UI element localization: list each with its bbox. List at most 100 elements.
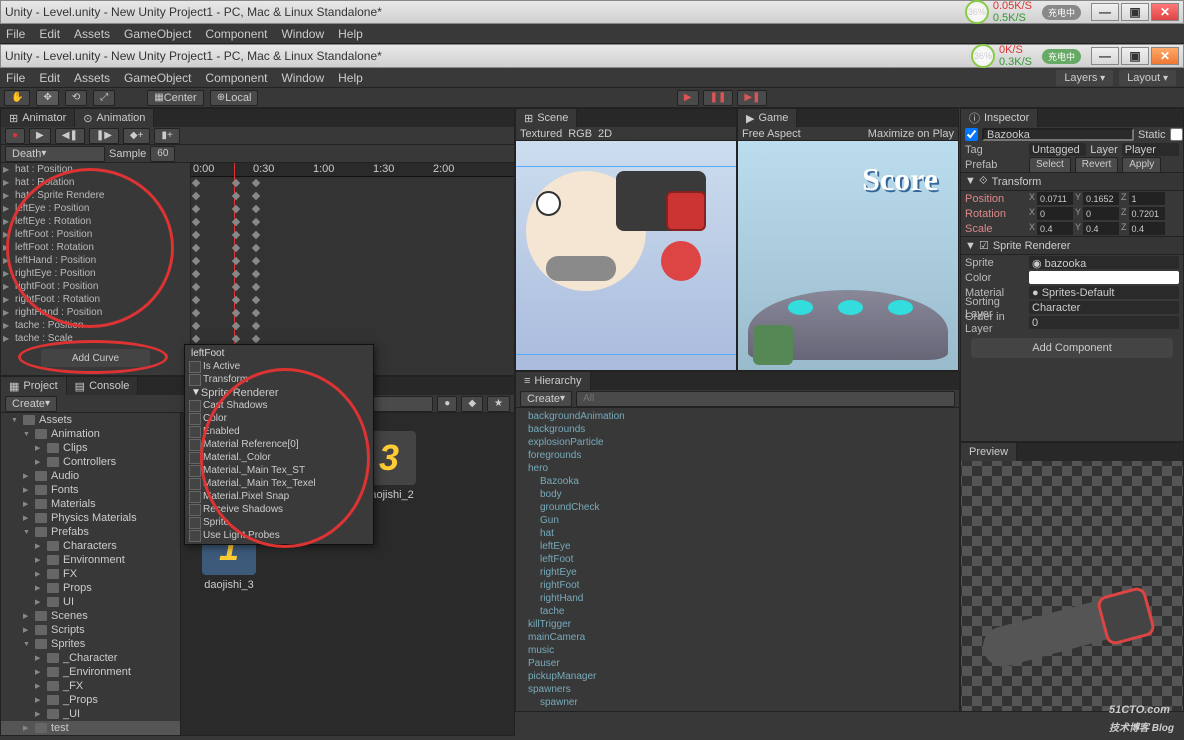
track-item[interactable]: tache : Position (1, 319, 190, 332)
hierarchy-item[interactable]: body (516, 488, 959, 501)
prefab-revert[interactable]: Revert (1075, 157, 1118, 173)
popup-item[interactable]: Enabled (185, 425, 373, 438)
popup-item[interactable]: Use Light Probes (185, 529, 373, 542)
menu-assets-2[interactable]: Assets (74, 71, 110, 85)
anim-prev-key[interactable]: ◀❚ (55, 128, 85, 144)
hand-tool[interactable]: ✋ (4, 90, 30, 106)
menu-help[interactable]: Help (338, 27, 363, 41)
pos-y[interactable]: 0.1652 (1083, 192, 1119, 205)
tab-game[interactable]: ▶ Game (738, 109, 797, 127)
project-create[interactable]: Create ▾ (5, 396, 57, 412)
menu-gameobject[interactable]: GameObject (124, 27, 191, 41)
scene-rgb[interactable]: RGB (568, 128, 592, 140)
anim-play[interactable]: ▶ (29, 128, 51, 144)
popup-item[interactable]: Is Active (185, 360, 373, 373)
folder-item[interactable]: Sprites (1, 637, 180, 651)
folder-item[interactable]: _Environment (1, 665, 180, 679)
transform-header[interactable]: ▼ ⟐ Transform (961, 172, 1183, 191)
scene-2d[interactable]: 2D (598, 128, 612, 140)
sample-input[interactable]: 60 (150, 146, 175, 162)
hierarchy-item[interactable]: tache (516, 605, 959, 618)
folder-item[interactable]: _Props (1, 693, 180, 707)
gameobject-active[interactable] (965, 128, 978, 141)
track-item[interactable]: leftFoot : Position (1, 228, 190, 241)
tab-hierarchy[interactable]: ≡ Hierarchy (516, 372, 591, 390)
move-tool[interactable]: ✥ (36, 90, 58, 106)
popup-item[interactable]: Sprite (185, 516, 373, 529)
scale-z[interactable]: 0.4 (1129, 222, 1165, 235)
minimize-button-2[interactable]: — (1091, 47, 1119, 65)
track-item[interactable]: leftHand : Position (1, 254, 190, 267)
tab-console[interactable]: ▤ Console (67, 377, 139, 395)
curves-button[interactable]: Curves (111, 373, 163, 375)
hierarchy-item[interactable]: pickupManager (516, 670, 959, 683)
folder-item[interactable]: Scenes (1, 609, 180, 623)
play-button[interactable]: ▶ (677, 90, 699, 106)
sprite-field[interactable]: ◉ bazooka (1029, 256, 1179, 269)
close-button[interactable]: ✕ (1151, 3, 1179, 21)
game-maximize[interactable]: Maximize on Play (868, 128, 954, 140)
rot-y[interactable]: 0 (1083, 207, 1119, 220)
dope-sheet-button[interactable]: Dope Sheet (28, 373, 101, 375)
menu-edit[interactable]: Edit (39, 27, 60, 41)
hierarchy-search[interactable] (576, 391, 955, 407)
folder-item[interactable]: Props (1, 581, 180, 595)
track-item[interactable]: rightFoot : Position (1, 280, 190, 293)
anim-record[interactable]: ● (5, 128, 25, 144)
popup-item[interactable]: Material.Pixel Snap (185, 490, 373, 503)
hierarchy-item[interactable]: leftFoot (516, 553, 959, 566)
sorting-dropdown[interactable]: Character (1029, 301, 1179, 314)
pos-x[interactable]: 0.0711 (1037, 192, 1073, 205)
popup-item[interactable]: Material Reference[0] (185, 438, 373, 451)
folder-item[interactable]: UI (1, 595, 180, 609)
pos-z[interactable]: 1 (1129, 192, 1165, 205)
layers-dropdown[interactable]: Layers ▾ (1056, 70, 1113, 86)
popup-item[interactable]: Material._Color (185, 451, 373, 464)
track-item[interactable]: leftEye : Position (1, 202, 190, 215)
hierarchy-item[interactable]: hat (516, 527, 959, 540)
anim-next-key[interactable]: ❚▶ (89, 128, 119, 144)
menu-edit-2[interactable]: Edit (39, 71, 60, 85)
add-curve-button[interactable]: Add Curve (41, 349, 150, 367)
project-filter-3[interactable]: ★ (487, 396, 510, 412)
popup-item[interactable]: Transform (185, 373, 373, 386)
rot-z[interactable]: 0.7201 (1129, 207, 1165, 220)
folder-item[interactable]: _UI (1, 707, 180, 721)
track-item[interactable]: rightHand : Position (1, 306, 190, 319)
hierarchy-item[interactable]: spawners (516, 683, 959, 696)
track-item[interactable]: leftFoot : Rotation (1, 241, 190, 254)
hierarchy-create[interactable]: Create ▾ (520, 391, 572, 407)
menu-file[interactable]: File (6, 27, 25, 41)
folder-item[interactable]: _FX (1, 679, 180, 693)
popup-item[interactable]: ▼ Sprite Renderer (185, 386, 373, 399)
hierarchy-item[interactable]: rightEye (516, 566, 959, 579)
folder-item[interactable]: Fonts (1, 483, 180, 497)
hierarchy-item[interactable]: Bazooka (516, 475, 959, 488)
add-component-button[interactable]: Add Component (971, 338, 1173, 358)
track-item[interactable]: rightEye : Position (1, 267, 190, 280)
popup-item[interactable]: Color (185, 412, 373, 425)
scale-x[interactable]: 0.4 (1037, 222, 1073, 235)
project-filter-2[interactable]: ◆ (461, 396, 483, 412)
tag-dropdown[interactable]: Untagged (1029, 143, 1086, 156)
menu-window-2[interactable]: Window (281, 71, 324, 85)
hierarchy-item[interactable]: rightFoot (516, 579, 959, 592)
minimize-button[interactable]: — (1091, 3, 1119, 21)
menu-assets[interactable]: Assets (74, 27, 110, 41)
prefab-apply[interactable]: Apply (1122, 157, 1161, 173)
folder-assets[interactable]: Assets (1, 413, 180, 427)
game-aspect[interactable]: Free Aspect (742, 128, 801, 140)
track-item[interactable]: rightFoot : Rotation (1, 293, 190, 306)
hierarchy-item[interactable]: hero (516, 462, 959, 475)
popup-item[interactable]: Material._Main Tex_Texel (185, 477, 373, 490)
folder-item[interactable]: Animation (1, 427, 180, 441)
folder-item[interactable]: Prefabs (1, 525, 180, 539)
hierarchy-item[interactable]: rightHand (516, 592, 959, 605)
hierarchy-item[interactable]: backgroundAnimation (516, 410, 959, 423)
hierarchy-item[interactable]: mainCamera (516, 631, 959, 644)
folder-item[interactable]: _Character (1, 651, 180, 665)
hierarchy-item[interactable]: backgrounds (516, 423, 959, 436)
prefab-select[interactable]: Select (1029, 157, 1071, 173)
folder-item[interactable]: Characters (1, 539, 180, 553)
pivot-local[interactable]: ⊕ Local (210, 90, 259, 106)
